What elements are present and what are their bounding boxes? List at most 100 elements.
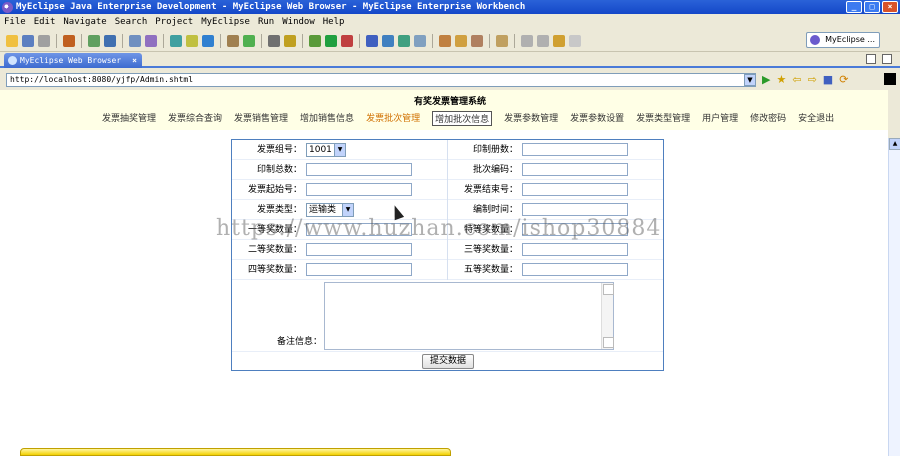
run-icon[interactable] bbox=[325, 34, 337, 47]
refresh-icon[interactable] bbox=[243, 34, 255, 47]
toolbar-separator bbox=[359, 33, 360, 48]
annotation-icon[interactable] bbox=[496, 34, 508, 47]
end-number-input[interactable] bbox=[522, 183, 628, 196]
debug-icon[interactable] bbox=[309, 34, 321, 47]
menu-window[interactable]: Window bbox=[278, 17, 319, 27]
stop-icon[interactable]: ■ bbox=[823, 73, 833, 86]
memo-textarea[interactable] bbox=[324, 282, 614, 350]
spring-icon[interactable] bbox=[186, 34, 198, 47]
invoice-type-select[interactable]: 运输类 ▼ bbox=[306, 203, 354, 217]
next-annotation-icon[interactable] bbox=[521, 34, 533, 47]
toolbar-separator bbox=[56, 33, 57, 48]
start-number-input[interactable] bbox=[306, 183, 412, 196]
nav-add-sales[interactable]: 增加销售信息 bbox=[300, 111, 354, 126]
nav-sales-management[interactable]: 发票销售管理 bbox=[234, 111, 288, 126]
forward-icon[interactable]: ⇨ bbox=[808, 73, 817, 86]
nav-param-management[interactable]: 发票参数管理 bbox=[504, 111, 558, 126]
nav-add-batch[interactable]: 增加批次信息 bbox=[432, 111, 493, 126]
back-icon[interactable] bbox=[553, 34, 565, 47]
menu-run[interactable]: Run bbox=[254, 17, 278, 27]
back-icon[interactable]: ⇦ bbox=[792, 73, 801, 86]
memo-scrollbar[interactable] bbox=[601, 283, 614, 349]
nav-invoice-query[interactable]: 发票综合查询 bbox=[168, 111, 222, 126]
new-class-icon[interactable] bbox=[398, 34, 410, 47]
package-icon[interactable] bbox=[63, 34, 75, 47]
minimize-button[interactable]: _ bbox=[846, 1, 862, 13]
edit-icon[interactable] bbox=[455, 34, 467, 47]
url-input[interactable]: http://localhost:8080/yjfp/Admin.shtml bbox=[6, 73, 756, 87]
pin-icon[interactable] bbox=[471, 34, 483, 47]
new-icon[interactable] bbox=[6, 34, 18, 47]
search-toolbar-icon[interactable] bbox=[439, 34, 451, 47]
toolbar-separator bbox=[302, 33, 303, 48]
group-number-label: 发票组号： bbox=[256, 145, 302, 155]
new-package-icon[interactable] bbox=[382, 34, 394, 47]
terminal-icon[interactable] bbox=[268, 34, 280, 47]
open-type-icon[interactable] bbox=[227, 34, 239, 47]
print-volumes-input[interactable] bbox=[522, 143, 628, 156]
menu-edit[interactable]: Edit bbox=[30, 17, 60, 27]
system-title: 有奖发票管理系统 bbox=[413, 97, 486, 107]
open-task-icon[interactable] bbox=[414, 34, 426, 47]
menu-search[interactable]: Search bbox=[111, 17, 152, 27]
nav-user-management[interactable]: 用户管理 bbox=[702, 111, 738, 126]
favorites-icon[interactable]: ★ bbox=[776, 73, 786, 86]
print-total-label: 印制总数： bbox=[256, 165, 302, 175]
batch-code-label: 批次编码： bbox=[472, 165, 518, 175]
hibernate-icon[interactable] bbox=[170, 34, 182, 47]
web-browser-tab[interactable]: MyEclipse Web Browser × bbox=[4, 53, 142, 68]
nav-param-settings[interactable]: 发票参数设置 bbox=[570, 111, 624, 126]
nav-lottery-management[interactable]: 发票抽奖管理 bbox=[102, 111, 156, 126]
memo-label: 备注信息： bbox=[276, 337, 322, 347]
third-prize-input[interactable] bbox=[522, 243, 628, 256]
print-total-input[interactable] bbox=[306, 163, 412, 176]
toolbar-separator bbox=[81, 33, 82, 48]
fifth-prize-input[interactable] bbox=[522, 263, 628, 276]
second-prize-input[interactable] bbox=[306, 243, 412, 256]
nav-change-password[interactable]: 修改密码 bbox=[750, 111, 786, 126]
deploy-icon[interactable] bbox=[88, 34, 100, 47]
maximize-button[interactable]: □ bbox=[864, 1, 880, 13]
server-icon[interactable] bbox=[104, 34, 116, 47]
fourth-prize-input[interactable] bbox=[306, 263, 412, 276]
close-window-button[interactable]: × bbox=[882, 1, 898, 13]
toolbar-separator bbox=[514, 33, 515, 48]
scroll-up-icon[interactable]: ▲ bbox=[889, 138, 900, 150]
web-icon[interactable] bbox=[129, 34, 141, 47]
uml-icon[interactable] bbox=[145, 34, 157, 47]
menu-help[interactable]: Help bbox=[319, 17, 349, 27]
menu-myeclipse[interactable]: MyEclipse bbox=[197, 17, 254, 27]
group-number-select[interactable]: 1001 ▼ bbox=[306, 143, 346, 157]
browser-address-bar: http://localhost:8080/yjfp/Admin.shtml ▼… bbox=[0, 70, 900, 90]
menu-project[interactable]: Project bbox=[151, 17, 197, 27]
nav-type-management[interactable]: 发票类型管理 bbox=[636, 111, 690, 126]
top-nav: 发票抽奖管理 发票综合查询 发票销售管理 增加销售信息 发票批次管理 增加批次信… bbox=[102, 111, 846, 126]
perspective-myeclipse-button[interactable]: MyEclipse ... bbox=[806, 32, 880, 48]
go-icon[interactable]: ▶ bbox=[762, 73, 770, 86]
save-icon[interactable] bbox=[22, 34, 34, 47]
maximize-view-icon[interactable] bbox=[882, 54, 892, 64]
menu-file[interactable]: File bbox=[0, 17, 30, 27]
chevron-down-icon: ▼ bbox=[334, 144, 345, 156]
batch-code-input[interactable] bbox=[522, 163, 628, 176]
submit-button[interactable]: 提交数据 bbox=[422, 354, 474, 369]
globe-icon[interactable] bbox=[202, 34, 214, 47]
browser-menu-icon[interactable] bbox=[884, 73, 896, 85]
print-icon[interactable] bbox=[38, 34, 50, 47]
second-prize-label: 二等奖数量： bbox=[247, 245, 302, 255]
compile-time-input[interactable] bbox=[522, 203, 628, 216]
refresh-icon[interactable]: ⟳ bbox=[839, 73, 848, 86]
wizard-icon[interactable] bbox=[284, 34, 296, 47]
minimize-view-icon[interactable] bbox=[866, 54, 876, 64]
previous-annotation-icon[interactable] bbox=[537, 34, 549, 47]
external-tools-icon[interactable] bbox=[341, 34, 353, 47]
new-java-project-icon[interactable] bbox=[366, 34, 378, 47]
nav-logout[interactable]: 安全退出 bbox=[798, 111, 834, 126]
url-dropdown-icon[interactable]: ▼ bbox=[744, 74, 756, 86]
tab-close-icon[interactable]: × bbox=[132, 53, 137, 68]
forward-icon[interactable] bbox=[569, 34, 581, 47]
nav-batch-management[interactable]: 发票批次管理 bbox=[366, 111, 420, 126]
menu-navigate[interactable]: Navigate bbox=[59, 17, 110, 27]
web-page-content: 有奖发票管理系统 发票抽奖管理 发票综合查询 发票销售管理 增加销售信息 发票批… bbox=[0, 90, 888, 456]
page-vertical-scrollbar[interactable]: ▲ bbox=[888, 138, 900, 456]
